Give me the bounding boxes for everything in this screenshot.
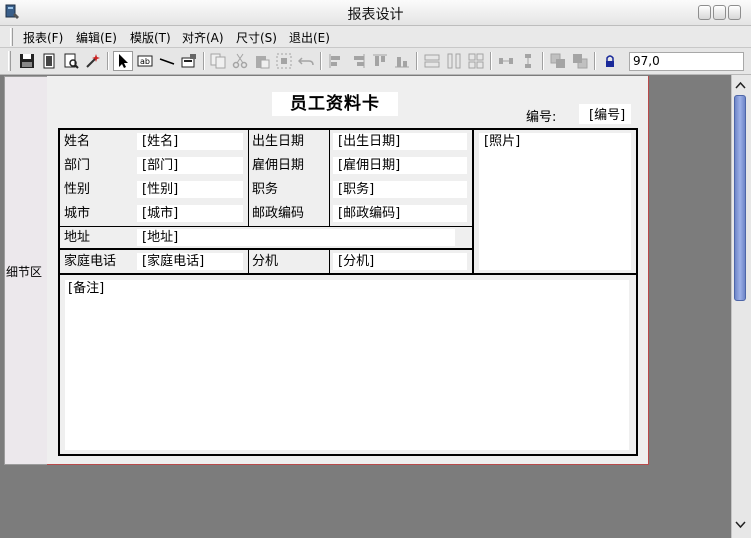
label-hiredate[interactable]: 雇佣日期: [252, 157, 304, 174]
same-height-icon[interactable]: [466, 51, 486, 71]
field-photo[interactable]: [照片]: [479, 133, 631, 270]
label-extension[interactable]: 分机: [252, 253, 278, 270]
send-back-icon[interactable]: [570, 51, 590, 71]
page-setup-icon[interactable]: [39, 51, 59, 71]
label-icon[interactable]: [179, 51, 199, 71]
menu-size[interactable]: 尺寸(S): [236, 29, 277, 46]
maximize-button[interactable]: [713, 5, 726, 20]
no-label[interactable]: 编号:: [526, 106, 556, 125]
copy-icon[interactable]: [208, 51, 228, 71]
print-preview-icon[interactable]: [61, 51, 81, 71]
field-extension[interactable]: [分机]: [333, 253, 467, 270]
field-birthdate[interactable]: [出生日期]: [333, 133, 467, 150]
close-button[interactable]: [728, 5, 741, 20]
pointer-icon[interactable]: [113, 51, 133, 71]
address-top-line: [59, 226, 473, 227]
save-icon[interactable]: [17, 51, 37, 71]
label-home-phone[interactable]: 家庭电话: [64, 253, 116, 270]
menu-edit[interactable]: 编辑(E): [76, 29, 117, 46]
scroll-thumb[interactable]: [734, 95, 746, 301]
svg-text:ab: ab: [140, 57, 150, 66]
menu-align[interactable]: 对齐(A): [182, 29, 224, 46]
col-divider: [248, 250, 249, 274]
toolbar-separator: [490, 52, 492, 70]
zoom-input[interactable]: 97,0: [629, 52, 744, 71]
toolbar-separator: [416, 52, 418, 70]
align-bottom-icon[interactable]: [392, 51, 412, 71]
no-field[interactable]: [编号]: [579, 104, 631, 124]
field-notes[interactable]: [备注]: [65, 280, 629, 450]
field-name[interactable]: [姓名]: [137, 133, 243, 150]
minimize-button[interactable]: [698, 5, 711, 20]
label-birthdate[interactable]: 出生日期: [252, 133, 304, 150]
report-title[interactable]: 员工资料卡: [272, 92, 398, 116]
h-space-icon[interactable]: [496, 51, 516, 71]
toolbar-separator: [203, 52, 205, 70]
label-city[interactable]: 城市: [64, 205, 90, 222]
toolbar-separator: [594, 52, 596, 70]
label-address[interactable]: 地址: [64, 229, 90, 246]
label-name-box: [64, 133, 132, 150]
address-row-line: [59, 248, 473, 250]
lock-icon[interactable]: [600, 51, 620, 71]
bring-front-icon[interactable]: [548, 51, 568, 71]
band-label: 细节区: [6, 265, 43, 279]
label-department[interactable]: 部门: [64, 157, 90, 174]
align-left-icon[interactable]: [326, 51, 346, 71]
line-icon[interactable]: [157, 51, 177, 71]
scroll-up-icon[interactable]: [733, 78, 748, 93]
cut-icon[interactable]: [230, 51, 250, 71]
field-city[interactable]: [城市]: [137, 205, 243, 222]
label-title[interactable]: 职务: [252, 181, 278, 198]
toolbar-grip: [8, 51, 11, 71]
col-divider: [248, 129, 249, 226]
toolbar-separator: [542, 52, 544, 70]
align-right-icon[interactable]: [348, 51, 368, 71]
paste-icon[interactable]: [252, 51, 272, 71]
col-divider: [329, 250, 330, 274]
same-width-icon[interactable]: [444, 51, 464, 71]
field-title[interactable]: [职务]: [333, 181, 467, 198]
menu-exit[interactable]: 退出(E): [289, 29, 330, 46]
field-postcode[interactable]: [邮政编码]: [333, 205, 467, 222]
field-home-phone[interactable]: [家庭电话]: [137, 253, 243, 270]
menu-template[interactable]: 模版(T): [130, 29, 171, 46]
toolbar-separator: [320, 52, 322, 70]
window-title: 报表设计: [347, 7, 404, 23]
field-hiredate[interactable]: [雇佣日期]: [333, 157, 467, 174]
field-gender[interactable]: [性别]: [137, 181, 243, 198]
magic-wand-icon[interactable]: [83, 51, 103, 71]
menu-grip: [10, 28, 13, 46]
select-all-icon[interactable]: [274, 51, 294, 71]
undo-icon[interactable]: [296, 51, 316, 71]
label-gender[interactable]: 性别: [64, 181, 90, 198]
menu-report[interactable]: 报表(F): [23, 29, 63, 46]
scroll-down-icon[interactable]: [733, 517, 748, 532]
align-top-icon[interactable]: [370, 51, 390, 71]
label-postcode[interactable]: 邮政编码: [252, 205, 304, 222]
field-address[interactable]: [地址]: [137, 229, 455, 246]
grid-bottom-line: [59, 273, 637, 275]
col-divider: [329, 129, 330, 226]
same-size-icon[interactable]: [422, 51, 442, 71]
field-icon[interactable]: ab: [135, 51, 155, 71]
field-department[interactable]: [部门]: [137, 157, 243, 174]
toolbar-separator: [107, 52, 109, 70]
v-space-icon[interactable]: [518, 51, 538, 71]
photo-divider: [472, 129, 474, 274]
